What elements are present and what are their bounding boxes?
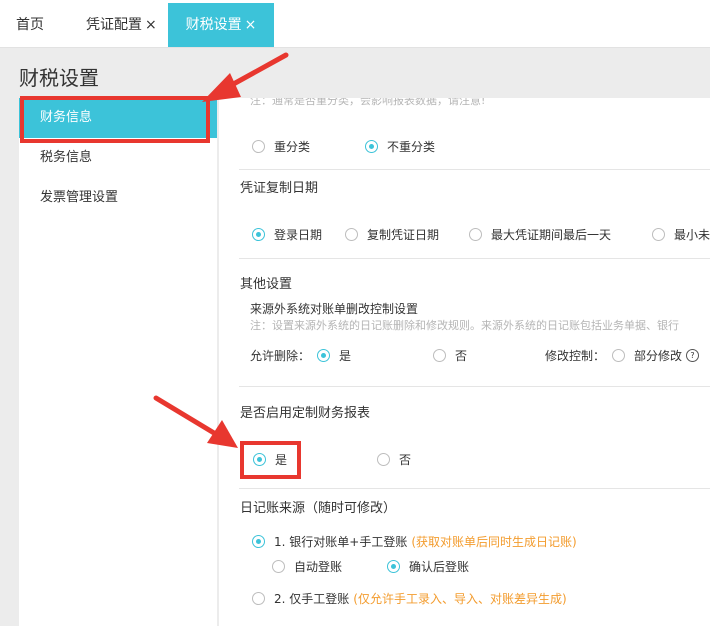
arrow-shaft bbox=[153, 395, 222, 439]
annotation-arrows bbox=[153, 52, 289, 448]
arrow-head bbox=[202, 73, 241, 102]
